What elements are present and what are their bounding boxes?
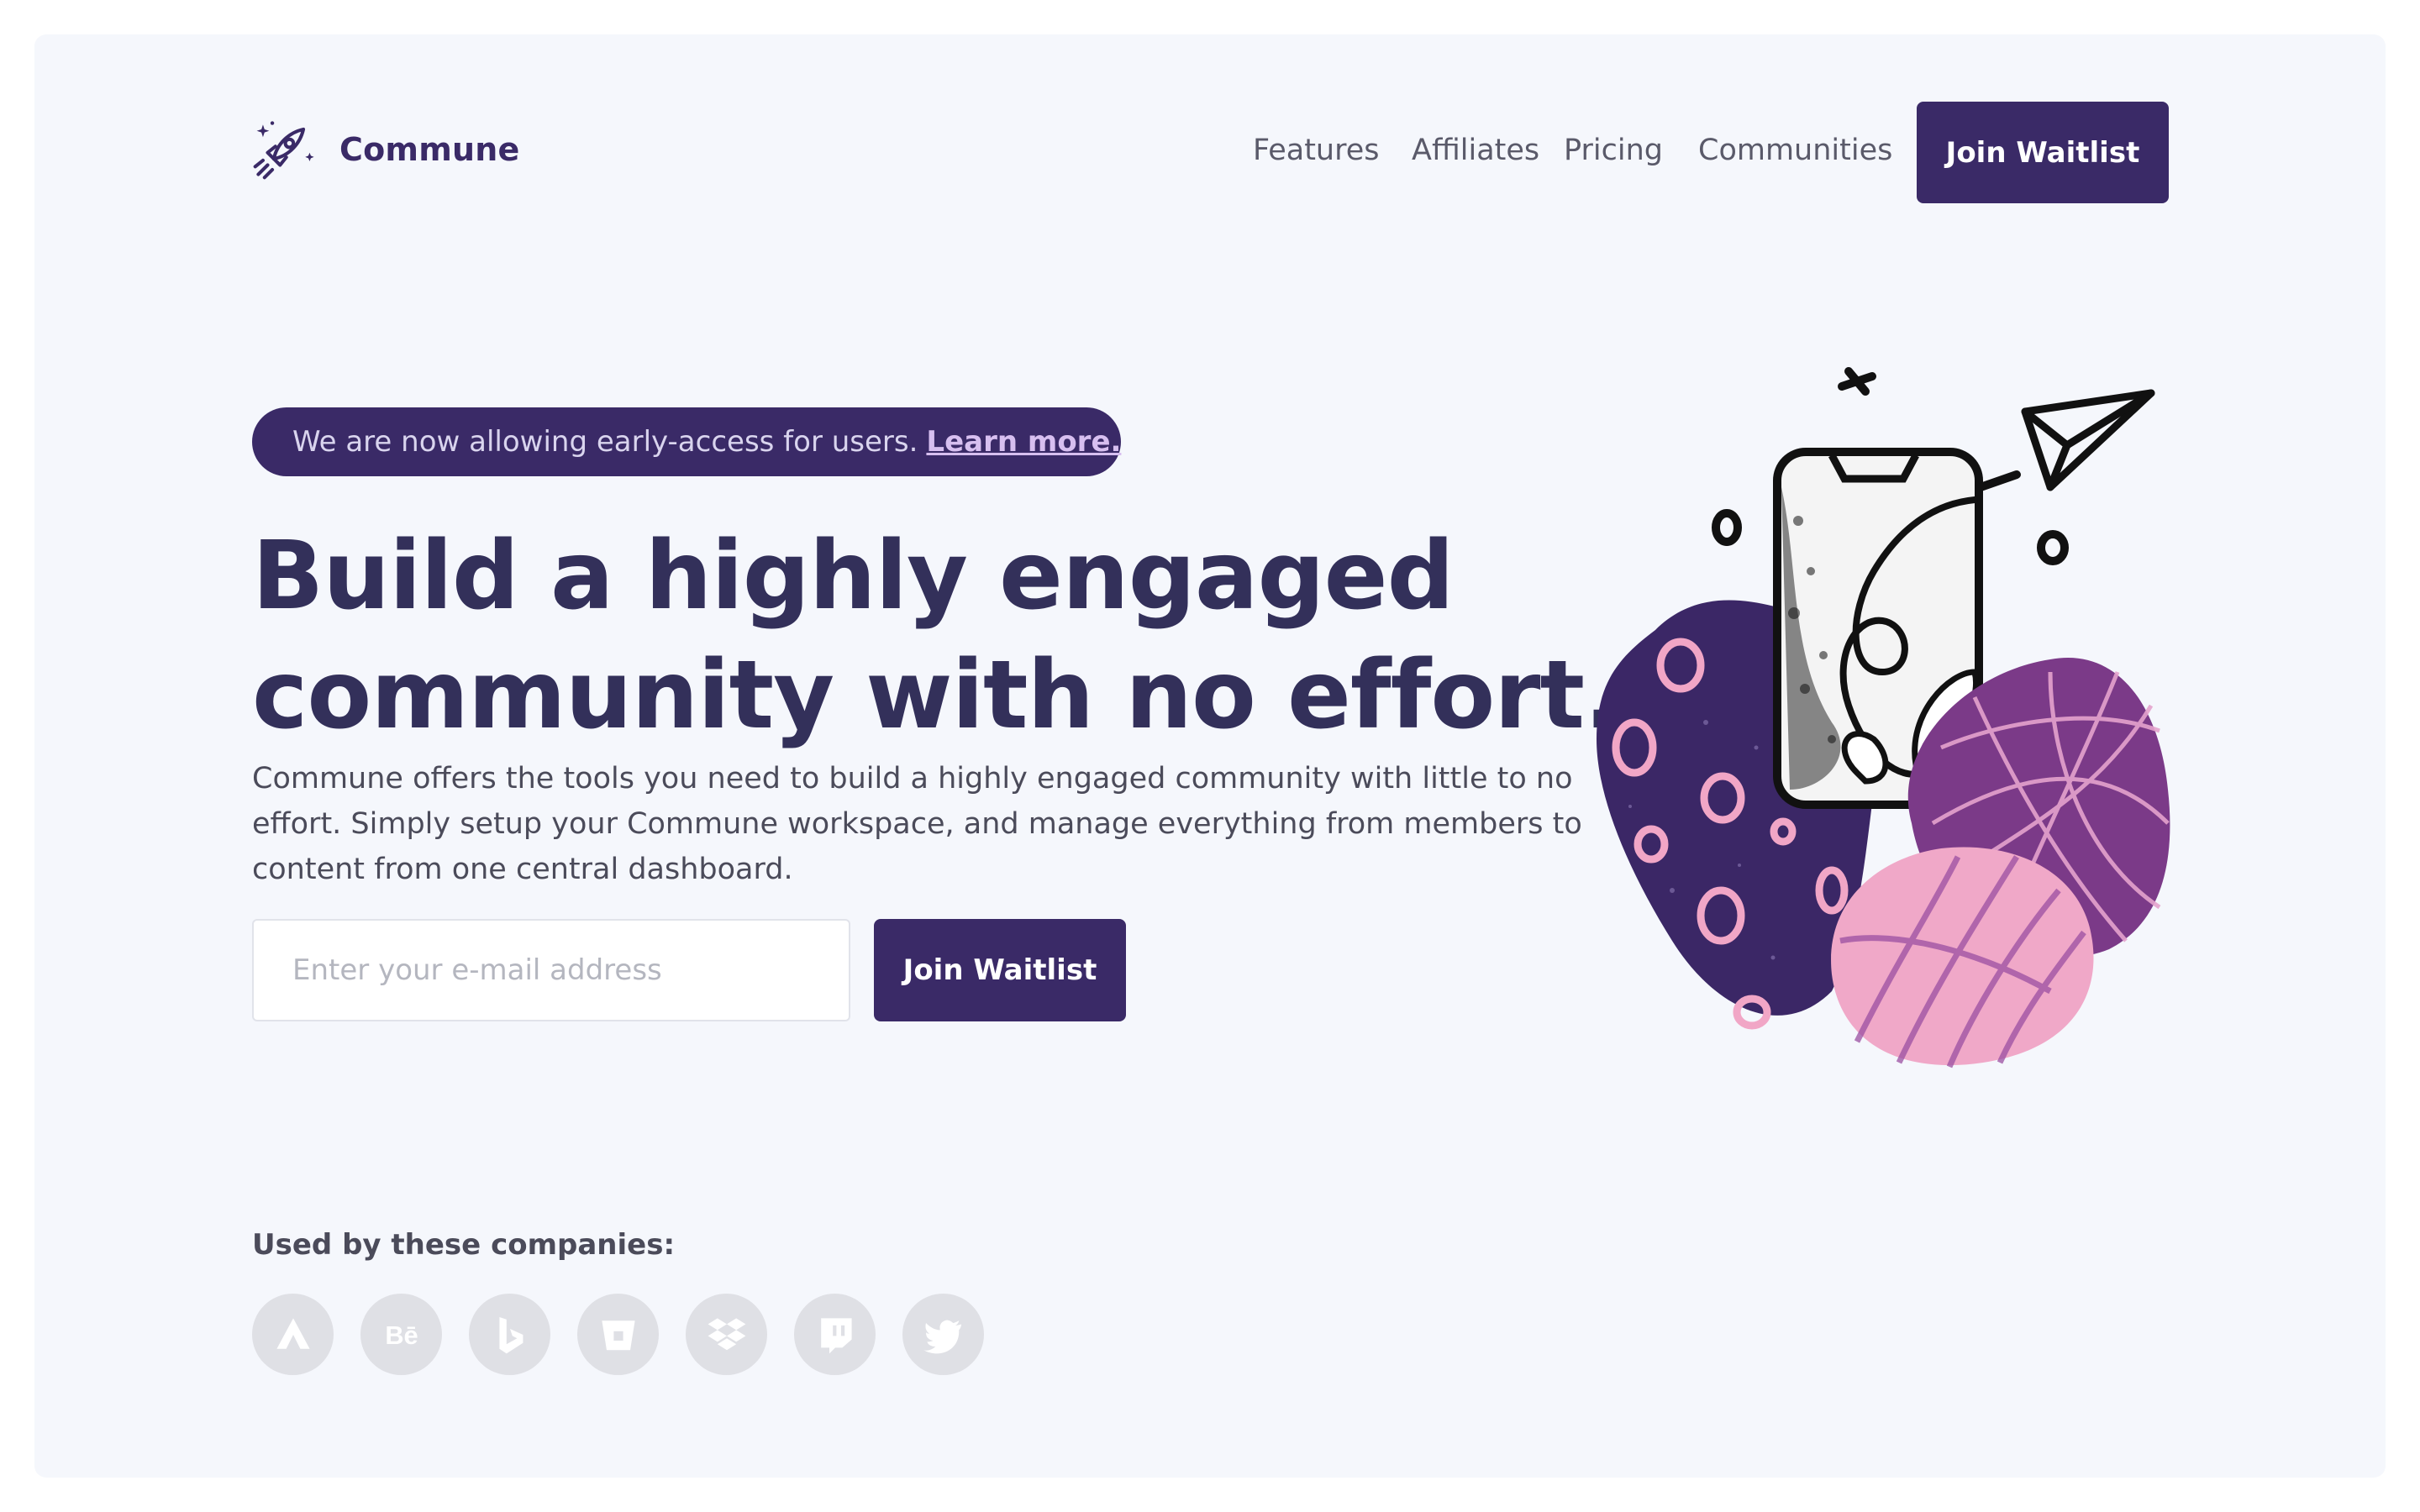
- nav-link-pricing[interactable]: Pricing: [1564, 134, 1663, 167]
- nav-link-features[interactable]: Features: [1253, 134, 1380, 167]
- description-line-1: Commune offers the tools you need to bui…: [252, 762, 1573, 795]
- paper-plane-sketch: [2021, 389, 2155, 491]
- early-access-banner: We are now allowing early-access for use…: [252, 407, 1121, 476]
- brand-name: Commune: [339, 131, 520, 168]
- atlassian-icon: [252, 1294, 334, 1375]
- rocket-icon: [253, 121, 314, 180]
- hero-description: Commune offers the tools you need to bui…: [252, 756, 1582, 892]
- banner-text: We are now allowing early-access for use…: [292, 425, 918, 459]
- hero-join-waitlist-button[interactable]: Join Waitlist: [874, 919, 1126, 1021]
- svg-text:Bē: Bē: [385, 1320, 418, 1350]
- nav-link-communities[interactable]: Communities: [1698, 134, 1892, 167]
- company-logo-list: Bē: [252, 1294, 984, 1375]
- hero-illustration: [1597, 367, 2170, 1068]
- description-line-2: effort. Simply setup your Commune worksp…: [252, 807, 1582, 841]
- companies-heading: Used by these companies:: [252, 1228, 676, 1262]
- dropbox-icon: [686, 1294, 767, 1375]
- bitbucket-icon: [577, 1294, 659, 1375]
- twitter-icon: [902, 1294, 984, 1375]
- nav-join-waitlist-button[interactable]: Join Waitlist: [1917, 102, 2169, 203]
- behance-icon: Bē: [360, 1294, 442, 1375]
- description-line-3: content from one central dashboard.: [252, 853, 793, 886]
- brand-logo[interactable]: Commune: [252, 118, 519, 181]
- nav-link-affiliates[interactable]: Affiliates: [1412, 134, 1539, 167]
- headline-line-1: Build a highly engaged: [252, 522, 1455, 631]
- email-input[interactable]: [252, 919, 850, 1021]
- hero-headline: Build a highly engaged community with no…: [252, 517, 1620, 755]
- bing-icon: [469, 1294, 550, 1375]
- twitch-icon: [794, 1294, 876, 1375]
- headline-line-2: community with no effort.: [252, 641, 1620, 750]
- learn-more-link[interactable]: Learn more.: [926, 425, 1121, 459]
